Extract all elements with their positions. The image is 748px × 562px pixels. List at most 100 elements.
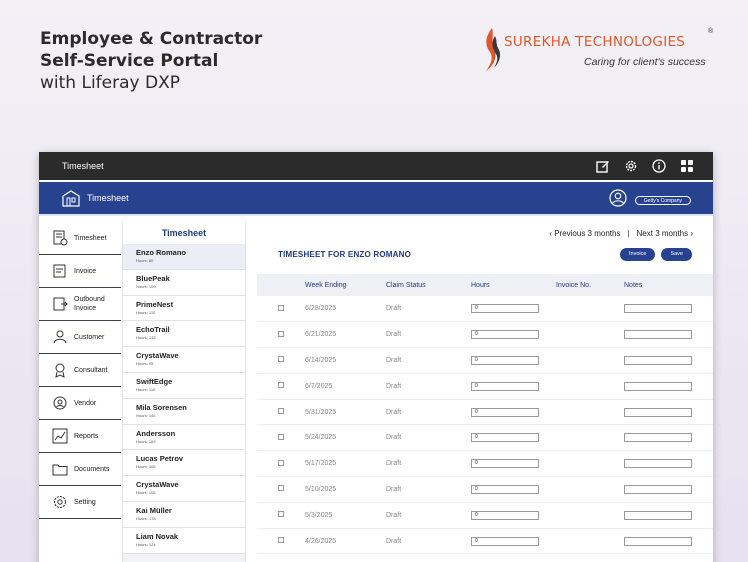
notes-input[interactable] xyxy=(624,536,692,546)
headline-line-3: with Liferay DXP xyxy=(40,73,180,93)
table-row: 6/14/2025 Draft 0 xyxy=(257,348,713,374)
contractor-item[interactable]: Liam Novak Hours: 124 xyxy=(123,527,245,554)
pager-divider: | xyxy=(627,229,630,238)
app-window: Timesheet Timesheet Getty's Company Time… xyxy=(39,152,713,562)
row-checkbox[interactable] xyxy=(278,485,284,492)
header-bar: Timesheet Getty's Company xyxy=(39,182,713,216)
notes-input[interactable] xyxy=(624,381,692,391)
sidebar-item-timesheet[interactable]: Timesheet xyxy=(39,222,121,255)
notes-input[interactable] xyxy=(624,433,692,443)
hours-input[interactable]: 0 xyxy=(471,459,539,469)
contractor-item[interactable]: SwiftEdge Hours: 110 xyxy=(123,372,245,399)
table-header-row: Week Ending Claim Status Hours Invoice N… xyxy=(257,274,713,296)
hours-input[interactable]: 0 xyxy=(471,304,539,314)
contractor-hours: Hours: 105 xyxy=(136,464,156,470)
claim-status-cell: Draft xyxy=(386,485,402,493)
sidebar-item-setting[interactable]: Setting xyxy=(39,486,121,519)
sidebar-item-reports[interactable]: Reports xyxy=(39,420,121,453)
row-checkbox[interactable] xyxy=(278,537,284,544)
hours-input[interactable]: 0 xyxy=(471,484,539,494)
notes-input[interactable] xyxy=(624,484,692,494)
row-checkbox[interactable] xyxy=(278,511,284,518)
info-icon[interactable] xyxy=(651,158,667,174)
month-pager: ‹ Previous 3 months | Next 3 months › xyxy=(549,229,693,238)
contractor-item[interactable]: Enzo Romano Hours: 80 xyxy=(123,244,245,270)
save-button[interactable]: Save xyxy=(661,248,692,261)
row-checkbox[interactable] xyxy=(278,382,284,389)
home-label: Timesheet xyxy=(87,193,129,203)
contractor-hours: Hours: 110 xyxy=(136,309,156,315)
table-row: 5/24/2025 Draft 0 xyxy=(257,425,713,451)
contractor-item[interactable]: BluePeak Hours: 109 xyxy=(123,269,245,296)
row-checkbox[interactable] xyxy=(278,330,284,337)
user-avatar-icon[interactable] xyxy=(609,189,627,212)
contractor-item[interactable]: Kai Müller Hours: 178 xyxy=(123,501,245,528)
sidebar-item-customer[interactable]: Customer xyxy=(39,321,121,354)
home-link[interactable]: Timesheet xyxy=(61,189,129,207)
contractor-name: Andersson xyxy=(136,428,176,438)
hours-input[interactable]: 0 xyxy=(471,510,539,520)
column-header: Hours xyxy=(471,281,490,289)
hours-input[interactable]: 0 xyxy=(471,355,539,365)
edit-icon[interactable] xyxy=(595,158,611,174)
timesheet-icon xyxy=(51,229,69,247)
hours-input[interactable]: 0 xyxy=(471,381,539,391)
contractor-name: Kai Müller xyxy=(136,505,172,515)
table-row: 4/26/2025 Draft 0 xyxy=(257,528,713,554)
table-row: 5/3/2025 Draft 0 xyxy=(257,502,713,529)
next-months-link[interactable]: Next 3 months › xyxy=(637,229,693,238)
contractor-item[interactable]: Lucas Petrov Hours: 105 xyxy=(123,450,245,477)
company-logo: SUREKHA TECHNOLOGIES ® Caring for client… xyxy=(482,26,722,76)
header-right: Getty's Company xyxy=(609,189,691,212)
hours-input[interactable]: 0 xyxy=(471,330,539,340)
notes-input[interactable] xyxy=(624,510,692,520)
next-months-label: Next 3 months xyxy=(636,229,689,238)
row-checkbox[interactable] xyxy=(278,408,284,415)
building-icon xyxy=(62,190,80,207)
contractor-item[interactable]: PrimeNest Hours: 110 xyxy=(123,295,245,322)
row-checkbox[interactable] xyxy=(278,459,284,466)
contractor-name: Lucas Petrov xyxy=(136,454,184,464)
notes-input[interactable] xyxy=(624,330,692,340)
table-row: 5/31/2025 Draft 0 xyxy=(257,399,713,425)
timesheet-table: Week Ending Claim Status Hours Invoice N… xyxy=(257,274,713,554)
contractor-item[interactable]: Mila Sorensen Hours: 145 xyxy=(123,398,245,425)
notes-input[interactable] xyxy=(624,459,692,469)
contractor-item[interactable]: Andersson Hours: 169 xyxy=(123,424,245,451)
contractor-item[interactable]: EchoTrail Hours: 145 xyxy=(123,321,245,348)
row-checkbox[interactable] xyxy=(278,433,284,440)
contractor-list-heading: Timesheet xyxy=(123,222,245,244)
notes-input[interactable] xyxy=(624,304,692,314)
grid-icon[interactable] xyxy=(679,158,695,174)
contractor-item[interactable]: CrystaWave Hours: 95 xyxy=(123,347,245,373)
hours-input[interactable]: 0 xyxy=(471,433,539,443)
notes-input[interactable] xyxy=(624,355,692,365)
previous-months-link[interactable]: ‹ Previous 3 months xyxy=(549,229,620,238)
invoice-button[interactable]: Invoice xyxy=(620,248,656,261)
contractor-name: CrystaWave xyxy=(136,480,179,490)
contractor-hours: Hours: 109 xyxy=(136,283,156,289)
company-selector[interactable]: Getty's Company xyxy=(634,196,691,205)
hours-input[interactable]: 0 xyxy=(471,407,539,417)
contractor-item[interactable]: CrystaWave Hours: 105 xyxy=(123,476,245,502)
invoice-no-cell xyxy=(556,373,624,399)
headline-line-1: Employee & Contractor xyxy=(40,29,263,49)
week-ending-cell: 5/3/2025 xyxy=(305,511,333,519)
week-ending-cell: 6/7/2025 xyxy=(305,382,333,390)
contractor-hours: Hours: 145 xyxy=(136,412,156,418)
gear-icon[interactable] xyxy=(623,158,639,174)
row-checkbox[interactable] xyxy=(278,304,284,311)
vendor-icon xyxy=(51,394,69,412)
contractor-list: Timesheet Enzo Romano Hours: 80 BluePeak H… xyxy=(122,222,246,562)
sidebar-item-vendor[interactable]: Vendor xyxy=(39,387,121,420)
notes-input[interactable] xyxy=(624,407,692,417)
sidebar-item-invoice[interactable]: Invoice xyxy=(39,255,121,288)
sidebar-item-outbound-invoice[interactable]: Outbound Invoice xyxy=(39,288,121,321)
sidebar-item-consultant[interactable]: Consultant xyxy=(39,354,121,387)
contractor-hours: Hours: 80 xyxy=(136,258,154,263)
contractor-hours: Hours: 124 xyxy=(136,541,156,547)
sidebar-item-documents[interactable]: Documents xyxy=(39,453,121,486)
row-checkbox[interactable] xyxy=(278,356,284,363)
claim-status-cell: Draft xyxy=(386,511,402,519)
hours-input[interactable]: 0 xyxy=(471,536,539,546)
